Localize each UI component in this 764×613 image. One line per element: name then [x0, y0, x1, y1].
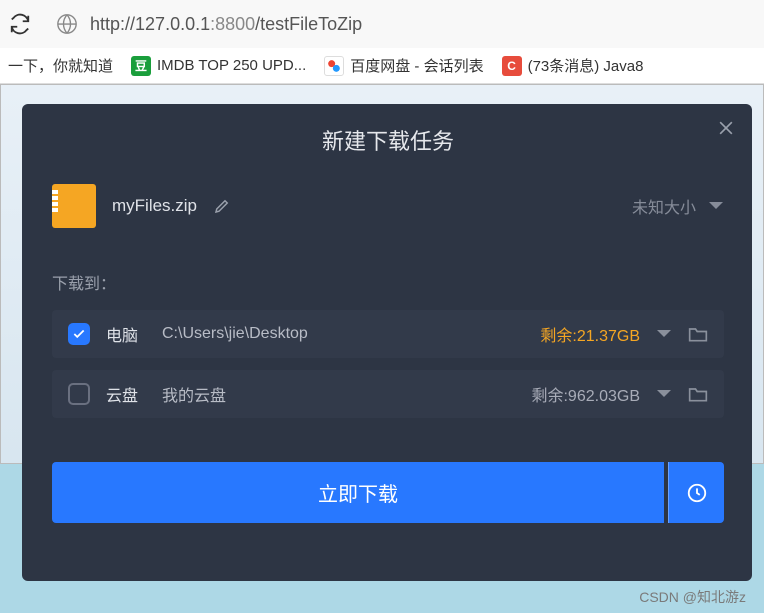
destination-path: 我的云盘 [162, 382, 515, 406]
file-size-label: 未知大小 [632, 194, 696, 218]
file-size-dropdown[interactable]: 未知大小 [632, 194, 724, 218]
bookmarks-bar: 一下，你就知道 豆 IMDB TOP 250 UPD... 百度网盘 - 会话列… [0, 48, 764, 84]
download-to-label: 下载到： [52, 270, 724, 294]
remaining-space: 剩余:21.37GB [540, 322, 640, 346]
favicon-icon: C [502, 56, 522, 76]
remaining-space: 剩余:962.03GB [531, 382, 640, 406]
bookmark-item[interactable]: C (73条消息) Java8 [502, 55, 644, 76]
bookmark-label: IMDB TOP 250 UPD... [157, 57, 306, 74]
folder-icon[interactable] [688, 385, 708, 403]
bookmark-label: (73条消息) Java8 [528, 55, 644, 76]
bookmark-label: 百度网盘 - 会话列表 [350, 55, 483, 76]
favicon-icon [324, 56, 344, 76]
bookmark-label: 一下，你就知道 [8, 55, 113, 76]
checkbox-checked[interactable] [68, 323, 90, 345]
file-name: myFiles.zip [112, 196, 197, 216]
button-row: 立即下载 [52, 462, 724, 523]
edit-icon[interactable] [213, 197, 231, 215]
zip-file-icon [52, 184, 96, 228]
destination-name: 云盘 [106, 382, 146, 406]
address-bar: http://127.0.0.1:8800/testFileToZip [0, 0, 764, 48]
bookmark-item[interactable]: 一下，你就知道 [8, 55, 113, 76]
watermark: CSDN @知北游z [639, 587, 746, 607]
favicon-icon: 豆 [131, 56, 151, 76]
chevron-down-icon [708, 201, 724, 211]
download-later-button[interactable] [668, 462, 724, 523]
destination-cloud-row[interactable]: 云盘 我的云盘 剩余:962.03GB [52, 370, 724, 418]
destination-computer-row[interactable]: 电脑 C:\Users\jie\Desktop 剩余:21.37GB [52, 310, 724, 358]
chevron-down-icon[interactable] [656, 329, 672, 339]
bookmark-item[interactable]: 豆 IMDB TOP 250 UPD... [131, 56, 306, 76]
clock-download-icon [686, 482, 708, 504]
chevron-down-icon[interactable] [656, 389, 672, 399]
refresh-button[interactable] [8, 12, 32, 36]
download-button[interactable]: 立即下载 [52, 462, 664, 523]
url-text: http://127.0.0.1:8800/testFileToZip [90, 14, 362, 35]
close-button[interactable] [716, 118, 736, 138]
destination-name: 电脑 [106, 322, 146, 346]
globe-icon [56, 13, 78, 35]
destination-path: C:\Users\jie\Desktop [162, 325, 524, 343]
url-box[interactable]: http://127.0.0.1:8800/testFileToZip [44, 13, 756, 35]
download-modal: 新建下载任务 myFiles.zip 未知大小 下载到： 电脑 C:\Users… [22, 104, 752, 581]
folder-icon[interactable] [688, 325, 708, 343]
checkbox-unchecked[interactable] [68, 383, 90, 405]
modal-title: 新建下载任务 [52, 104, 724, 184]
file-row: myFiles.zip 未知大小 [52, 184, 724, 228]
bookmark-item[interactable]: 百度网盘 - 会话列表 [324, 55, 483, 76]
